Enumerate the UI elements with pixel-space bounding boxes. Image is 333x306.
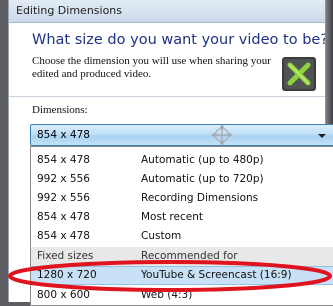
option-size: 992 x 556	[37, 173, 90, 185]
combobox-value: 854 x 478	[37, 129, 90, 141]
dimensions-combobox[interactable]: 854 x 478	[30, 124, 333, 146]
red-highlight-ellipse	[8, 260, 332, 292]
page-heading: What size do you want your video to be?	[32, 32, 326, 48]
option-description: Most recent	[141, 211, 203, 223]
option-description: Automatic (up to 720p)	[141, 173, 264, 185]
chevron-down-icon[interactable]	[318, 134, 326, 138]
option-description: Custom	[141, 230, 182, 242]
window-title: Editing Dimensions	[16, 4, 123, 17]
option-size: 854 x 478	[37, 154, 90, 166]
dropdown-option[interactable]: 992 x 556 Automatic (up to 720p)	[31, 170, 333, 189]
dropdown-option[interactable]: 992 x 556 Recording Dimensions	[31, 189, 333, 208]
option-size: 854 x 478	[37, 211, 90, 223]
dropdown-option[interactable]: 854 x 478 Most recent	[31, 208, 333, 227]
option-size: 854 x 478	[37, 230, 90, 242]
dimensions-label: Dimensions:	[32, 104, 88, 116]
dropdown-option[interactable]: 854 x 478 Automatic (up to 480p)	[31, 151, 333, 170]
option-description: Recording Dimensions	[141, 192, 259, 204]
title-bar[interactable]: Editing Dimensions	[9, 0, 325, 23]
option-description: Automatic (up to 480p)	[141, 154, 264, 166]
move-cursor-icon	[211, 124, 233, 146]
camtasia-logo-icon	[282, 57, 316, 91]
dropdown-option[interactable]: 854 x 478 Custom	[31, 227, 333, 246]
header-divider	[9, 96, 325, 97]
option-size: 992 x 556	[37, 192, 90, 204]
page-description: Choose the dimension you will use when s…	[32, 55, 271, 80]
